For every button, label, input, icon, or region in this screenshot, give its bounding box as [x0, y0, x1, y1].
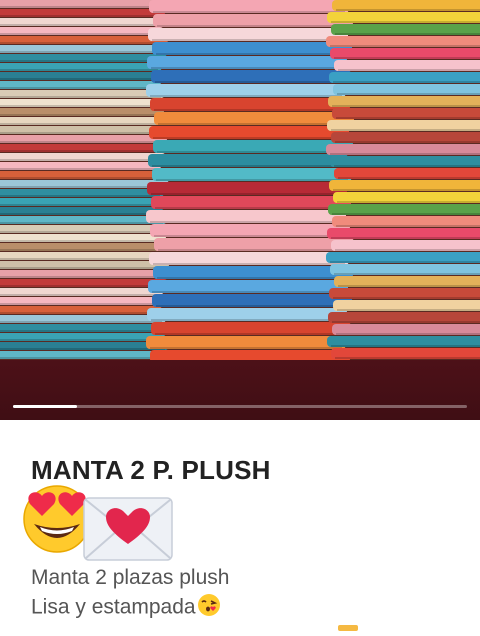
carousel-footer-bar — [0, 360, 480, 420]
heart-eyes-emoji-icon — [23, 485, 91, 553]
kiss-face-emoji-icon — [197, 593, 221, 623]
blanket-stacks-image — [0, 0, 480, 360]
love-letter-icon — [83, 497, 173, 561]
product-image-carousel[interactable] — [0, 0, 480, 420]
product-photo[interactable] — [0, 0, 480, 360]
carousel-progress-track — [13, 405, 467, 408]
product-description-line-1: Manta 2 plazas plush — [31, 566, 230, 589]
product-description-line-2: Lisa y estampada — [31, 593, 221, 623]
description-line-2-text: Lisa y estampada — [31, 595, 196, 619]
blanket-layer — [150, 350, 350, 360]
carousel-progress-indicator — [13, 405, 77, 408]
title-emoji-row — [20, 482, 180, 562]
partial-emoji-icon — [338, 618, 358, 636]
